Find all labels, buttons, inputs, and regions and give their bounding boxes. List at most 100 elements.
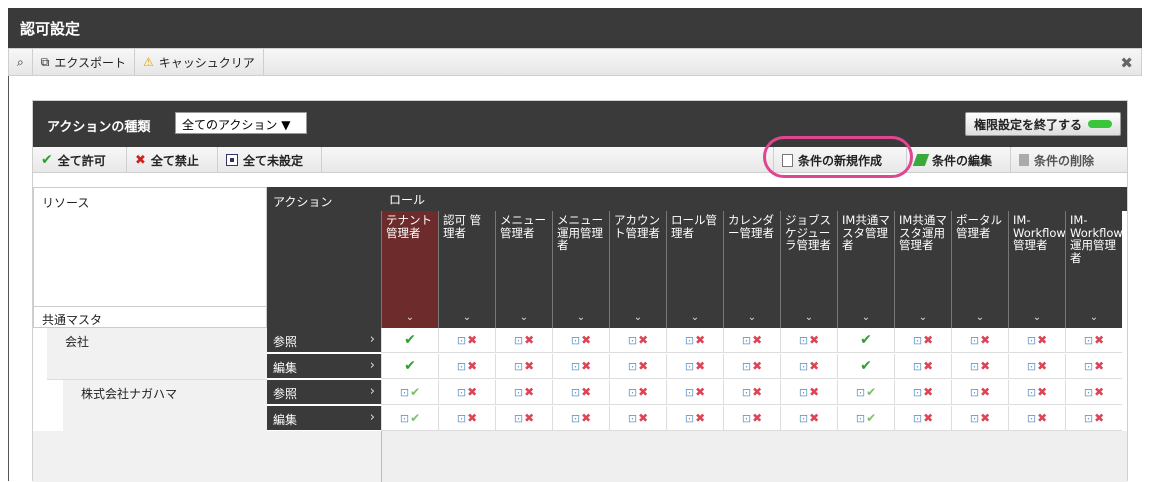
role-column-header[interactable]: メニュー管理者 ⌄ [495, 211, 552, 328]
chevron-down-icon: ⌄ [576, 311, 586, 323]
permission-cell[interactable]: ✖ [1065, 328, 1122, 353]
permission-cell[interactable]: ✖ [552, 406, 609, 431]
permission-cell[interactable]: ✖ [894, 354, 951, 379]
allow-all-button[interactable]: ✔ 全て許可 [33, 147, 127, 173]
role-column-header[interactable]: ポータル管理者 ⌄ [951, 211, 1008, 328]
permission-cell[interactable]: ✖ [438, 354, 495, 379]
permission-cell[interactable]: ✖ [438, 380, 495, 405]
permission-cell[interactable]: ✔ [381, 380, 438, 405]
action-type-select[interactable]: 全てのアクション ▼ [175, 112, 307, 134]
deny-icon: ✖ [913, 333, 933, 347]
permission-cell[interactable]: ✖ [552, 354, 609, 379]
close-icon[interactable]: ✖ [1120, 54, 1133, 72]
permission-cell[interactable]: ✔ [837, 380, 894, 405]
end-permission-setting-button[interactable]: 権限設定を終了する [964, 112, 1121, 136]
cache-clear-button[interactable]: ⚠ キャッシュクリア [135, 48, 264, 76]
permission-cell[interactable]: ✖ [1065, 354, 1122, 379]
role-column-header[interactable]: 認可 管理者 ⌄ [438, 211, 495, 328]
permission-cell[interactable]: ✔ [381, 406, 438, 431]
deny-icon: ✖ [571, 411, 591, 425]
role-column-header[interactable]: カレンダー管理者 ⌄ [723, 211, 780, 328]
deny-icon: ✖ [913, 385, 933, 399]
role-name: ポータル管理者 [956, 213, 1002, 240]
action-cell[interactable]: 編集 › [267, 406, 381, 431]
deny-icon: ✖ [970, 411, 990, 425]
resource-name[interactable]: 会社 [65, 333, 89, 350]
permission-cell[interactable]: ✖ [495, 328, 552, 353]
role-column-header[interactable]: テナント管理者 ⌄ [381, 211, 438, 328]
resource-empty-area [33, 431, 381, 482]
permission-cell[interactable]: ✖ [552, 380, 609, 405]
permission-cell[interactable]: ✖ [609, 406, 666, 431]
role-column-header[interactable]: IM共通マスタ運用管理者 ⌄ [894, 211, 951, 328]
delete-condition-label: 条件の削除 [1034, 153, 1095, 168]
deny-icon: ✖ [799, 411, 819, 425]
resource-name[interactable]: 株式会社ナガハマ [81, 385, 177, 402]
permission-cell[interactable]: ✖ [495, 354, 552, 379]
permission-cell[interactable]: ✖ [780, 406, 837, 431]
role-column-header[interactable]: アカウント管理者 ⌄ [609, 211, 666, 328]
action-cell[interactable]: 参照 › [267, 328, 381, 353]
permission-cell[interactable]: ✖ [1008, 406, 1065, 431]
permission-cell[interactable]: ✖ [609, 354, 666, 379]
role-column-header[interactable]: IM-Workflow 管理者 ⌄ [1008, 211, 1065, 328]
permission-cell[interactable]: ✖ [609, 328, 666, 353]
permission-cell[interactable]: ✖ [894, 406, 951, 431]
permission-cell[interactable]: ✖ [1065, 406, 1122, 431]
permission-cell[interactable]: ✔ [837, 406, 894, 431]
permission-cell[interactable]: ✖ [666, 328, 723, 353]
permission-cell[interactable]: ✖ [495, 380, 552, 405]
new-condition-label: 条件の新規作成 [798, 153, 883, 168]
permission-cell[interactable]: ✖ [438, 328, 495, 353]
permission-cell[interactable]: ✖ [723, 354, 780, 379]
edit-condition-button[interactable]: 条件の編集 [907, 147, 1011, 173]
permission-cell[interactable]: ✖ [666, 406, 723, 431]
permission-cell[interactable]: ✖ [951, 354, 1008, 379]
deny-all-label: 全て禁止 [150, 153, 199, 168]
permission-cell[interactable]: ✖ [894, 380, 951, 405]
permission-cell[interactable]: ✖ [723, 328, 780, 353]
permission-cell[interactable]: ✖ [951, 380, 1008, 405]
delete-condition-button[interactable]: 条件の削除 [1011, 147, 1127, 173]
cache-clear-label: キャッシュクリア [158, 55, 255, 70]
permission-cell[interactable]: ✖ [951, 406, 1008, 431]
permission-cell[interactable]: ✖ [666, 354, 723, 379]
role-column-header[interactable]: ロール管理者 ⌄ [666, 211, 723, 328]
role-column-header[interactable]: ジョブスケジューラ管理者 ⌄ [780, 211, 837, 328]
search-button[interactable]: ⌕ [9, 48, 33, 76]
chevron-down-icon: ⌄ [861, 311, 871, 323]
deny-all-button[interactable]: ✖ 全て禁止 [127, 147, 218, 173]
permission-cell[interactable]: ✖ [1008, 380, 1065, 405]
permission-cell[interactable]: ✖ [438, 406, 495, 431]
export-button[interactable]: ⧉ エクスポート [33, 48, 135, 76]
permission-cell[interactable]: ✖ [780, 328, 837, 353]
deny-icon: ✖ [913, 411, 933, 425]
role-column-header[interactable]: IM共通マスタ管理者 ⌄ [837, 211, 894, 328]
permission-cell[interactable]: ✖ [780, 354, 837, 379]
action-cell[interactable]: 参照 › [267, 380, 381, 405]
permission-cell[interactable]: ✖ [1065, 380, 1122, 405]
role-column-header[interactable]: メニュー運用管理者 ⌄ [552, 211, 609, 328]
deny-icon: ✖ [685, 359, 705, 373]
permission-cell[interactable]: ✖ [495, 406, 552, 431]
chevron-down-icon: ⌄ [519, 311, 529, 323]
permission-cell[interactable]: ✖ [552, 328, 609, 353]
permission-cell[interactable]: ✖ [609, 380, 666, 405]
action-label: 編集 [273, 361, 298, 375]
permission-cell[interactable]: ✖ [666, 380, 723, 405]
permission-cell[interactable]: ✖ [723, 380, 780, 405]
permission-cell[interactable]: ✖ [951, 328, 1008, 353]
permission-cell[interactable]: ✖ [1008, 354, 1065, 379]
permission-cell[interactable]: ✖ [723, 406, 780, 431]
permission-cell[interactable]: ✔ [381, 354, 438, 379]
permission-cell[interactable]: ✔ [837, 354, 894, 379]
role-column-header[interactable]: IM-Workflow 運用管理者 ⌄ [1065, 211, 1122, 328]
permission-cell[interactable]: ✖ [1008, 328, 1065, 353]
permission-cell[interactable]: ✖ [894, 328, 951, 353]
permission-cell[interactable]: ✖ [780, 380, 837, 405]
new-condition-button[interactable]: 条件の新規作成 [773, 147, 907, 173]
permission-cell[interactable]: ✔ [381, 328, 438, 353]
permission-cell[interactable]: ✔ [837, 328, 894, 353]
unset-all-button[interactable]: 全て未設定 [218, 147, 322, 173]
action-cell[interactable]: 編集 › [267, 354, 381, 379]
